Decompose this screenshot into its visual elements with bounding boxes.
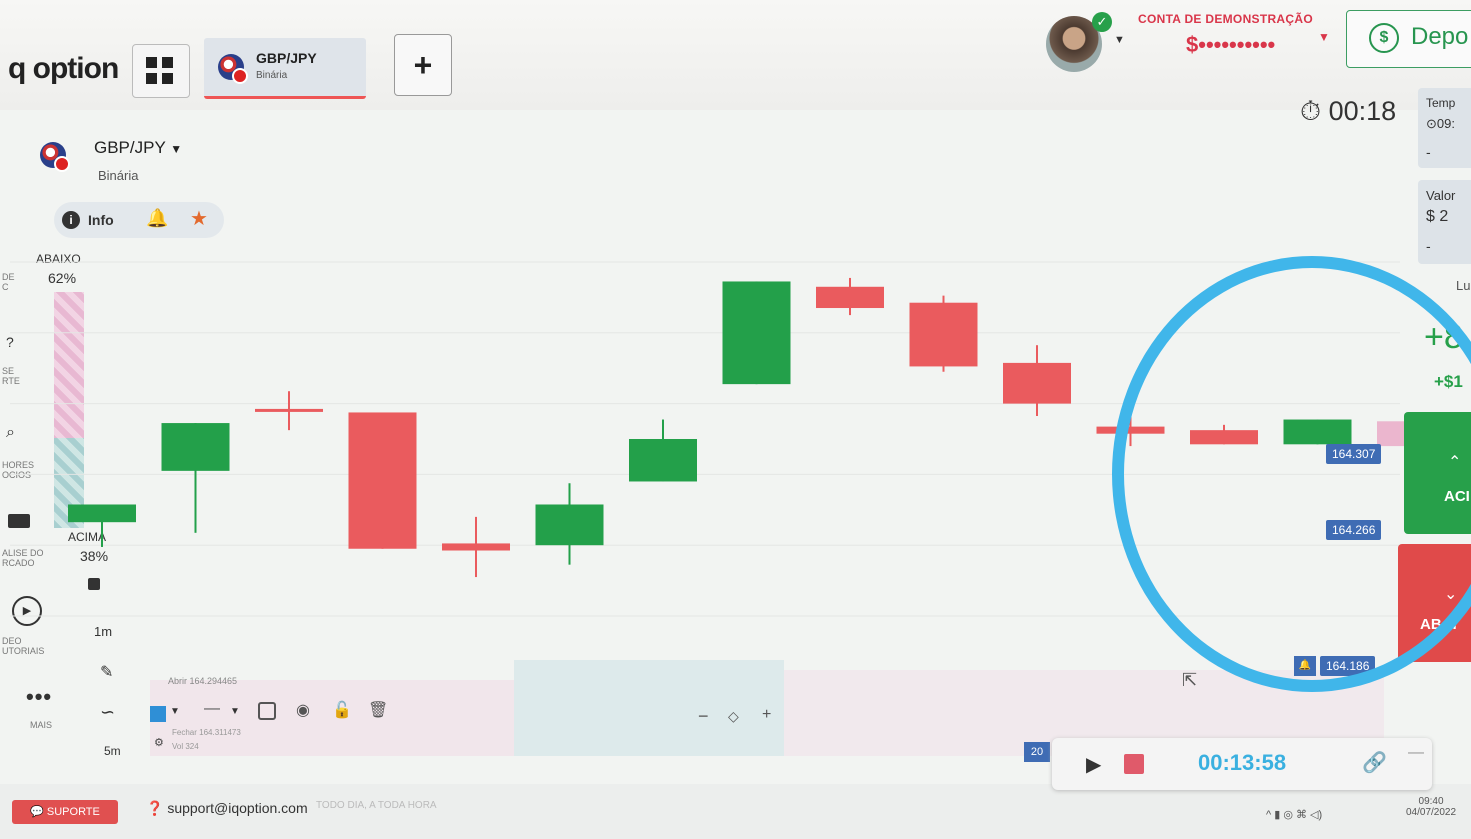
candle-body bbox=[909, 302, 978, 367]
minimize-icon[interactable]: — bbox=[1408, 744, 1424, 762]
profit-label: Lu bbox=[1456, 278, 1471, 293]
color-swatch[interactable] bbox=[150, 706, 166, 722]
eye-icon[interactable]: ◉ bbox=[296, 700, 310, 720]
line-dropdown-icon[interactable]: ▼ bbox=[230, 706, 240, 717]
line-style-icon[interactable]: — bbox=[204, 700, 220, 718]
candle-body bbox=[722, 281, 791, 385]
ohlc-close: Fechar 164.311473 bbox=[172, 728, 241, 737]
candle-body bbox=[255, 408, 323, 412]
candle bbox=[816, 277, 884, 316]
candle bbox=[1003, 345, 1071, 416]
candle-body bbox=[629, 439, 697, 482]
support-label: SUPORTE bbox=[46, 806, 100, 818]
link-icon[interactable]: 🔗 bbox=[1362, 750, 1387, 775]
candle-body bbox=[535, 504, 604, 546]
indicator-icon[interactable]: ∽ bbox=[100, 702, 115, 723]
timeframe-5m[interactable]: 5m bbox=[104, 744, 121, 758]
candle-body bbox=[348, 412, 417, 549]
candle bbox=[442, 516, 510, 578]
candle bbox=[255, 391, 323, 431]
time-minus-button[interactable]: - bbox=[1426, 144, 1431, 160]
candle-body bbox=[161, 423, 230, 471]
expiry-timer-value: 00:18 bbox=[1328, 96, 1397, 126]
support-button[interactable]: 💬 SUPORTE bbox=[12, 800, 118, 824]
candle-body bbox=[442, 543, 510, 551]
support-hours: TODO DIA, A TODA HORA bbox=[316, 800, 437, 811]
time-value: ⊙09: bbox=[1426, 116, 1455, 131]
recorder-time: 00:13:58 bbox=[1198, 750, 1287, 775]
settings-icon[interactable]: ⚙ bbox=[154, 736, 164, 749]
time-label: Temp bbox=[1426, 96, 1456, 110]
amount-minus-button[interactable]: - bbox=[1426, 238, 1431, 254]
chat-icon: 💬 bbox=[30, 806, 47, 818]
system-tray-icons[interactable]: ^ ▮ ◎ ⌘ ◁) bbox=[1266, 808, 1322, 821]
time-panel[interactable]: Temp ⊙09: - bbox=[1418, 88, 1471, 168]
mouse-cursor-icon: ⇱ bbox=[1182, 670, 1198, 690]
clock-date: 04/07/2022 bbox=[1406, 807, 1457, 818]
recorder-badge: 20 bbox=[1024, 742, 1050, 762]
help-icon: ❓ bbox=[146, 800, 164, 816]
amount-label: Valor bbox=[1426, 188, 1456, 203]
ohlc-open: Abrir 164.294465 bbox=[168, 676, 238, 686]
candle bbox=[909, 295, 978, 372]
candle bbox=[161, 423, 230, 533]
candle-body bbox=[1003, 362, 1071, 404]
unlock-icon[interactable]: 🔓 bbox=[332, 700, 352, 720]
support-email-text: support@iqoption.com bbox=[167, 800, 308, 816]
screen-recorder: ▶ 00:13:58 🔗 — bbox=[1052, 738, 1432, 790]
ohlc-volume: Vol 324 bbox=[172, 742, 199, 751]
candle bbox=[68, 504, 136, 547]
clone-icon[interactable] bbox=[258, 702, 276, 720]
candle bbox=[629, 419, 697, 482]
color-dropdown-icon[interactable]: ▼ bbox=[170, 706, 180, 717]
expiry-timer: ⏱ 00:18 bbox=[1300, 96, 1396, 128]
amount-panel[interactable]: Valor $ 2 - bbox=[1418, 180, 1471, 264]
trash-icon[interactable]: 🗑 bbox=[368, 700, 388, 720]
zoom-reset-icon[interactable]: ◇ bbox=[728, 708, 739, 725]
zoom-in-button[interactable]: + bbox=[762, 706, 771, 724]
system-clock[interactable]: 09:40 04/07/2022 bbox=[1406, 796, 1456, 818]
candle-body bbox=[816, 286, 884, 309]
support-email[interactable]: ❓ support@iqoption.com bbox=[146, 800, 308, 817]
zoom-out-button[interactable]: − bbox=[698, 706, 709, 727]
timeframe-1m[interactable]: 1m bbox=[94, 624, 112, 639]
chart-type-icon[interactable] bbox=[88, 578, 100, 590]
clock-time: 09:40 bbox=[1418, 796, 1444, 807]
candle bbox=[535, 483, 604, 565]
amount-value[interactable]: $ 2 bbox=[1426, 208, 1448, 226]
candle-body bbox=[68, 504, 136, 523]
candle bbox=[722, 281, 791, 385]
play-icon[interactable]: ▶ bbox=[1086, 752, 1101, 777]
candle bbox=[348, 412, 417, 549]
stopwatch-icon: ⏱ bbox=[1300, 96, 1322, 126]
stop-icon[interactable] bbox=[1124, 754, 1144, 774]
pencil-icon[interactable]: ✎ bbox=[100, 662, 113, 682]
